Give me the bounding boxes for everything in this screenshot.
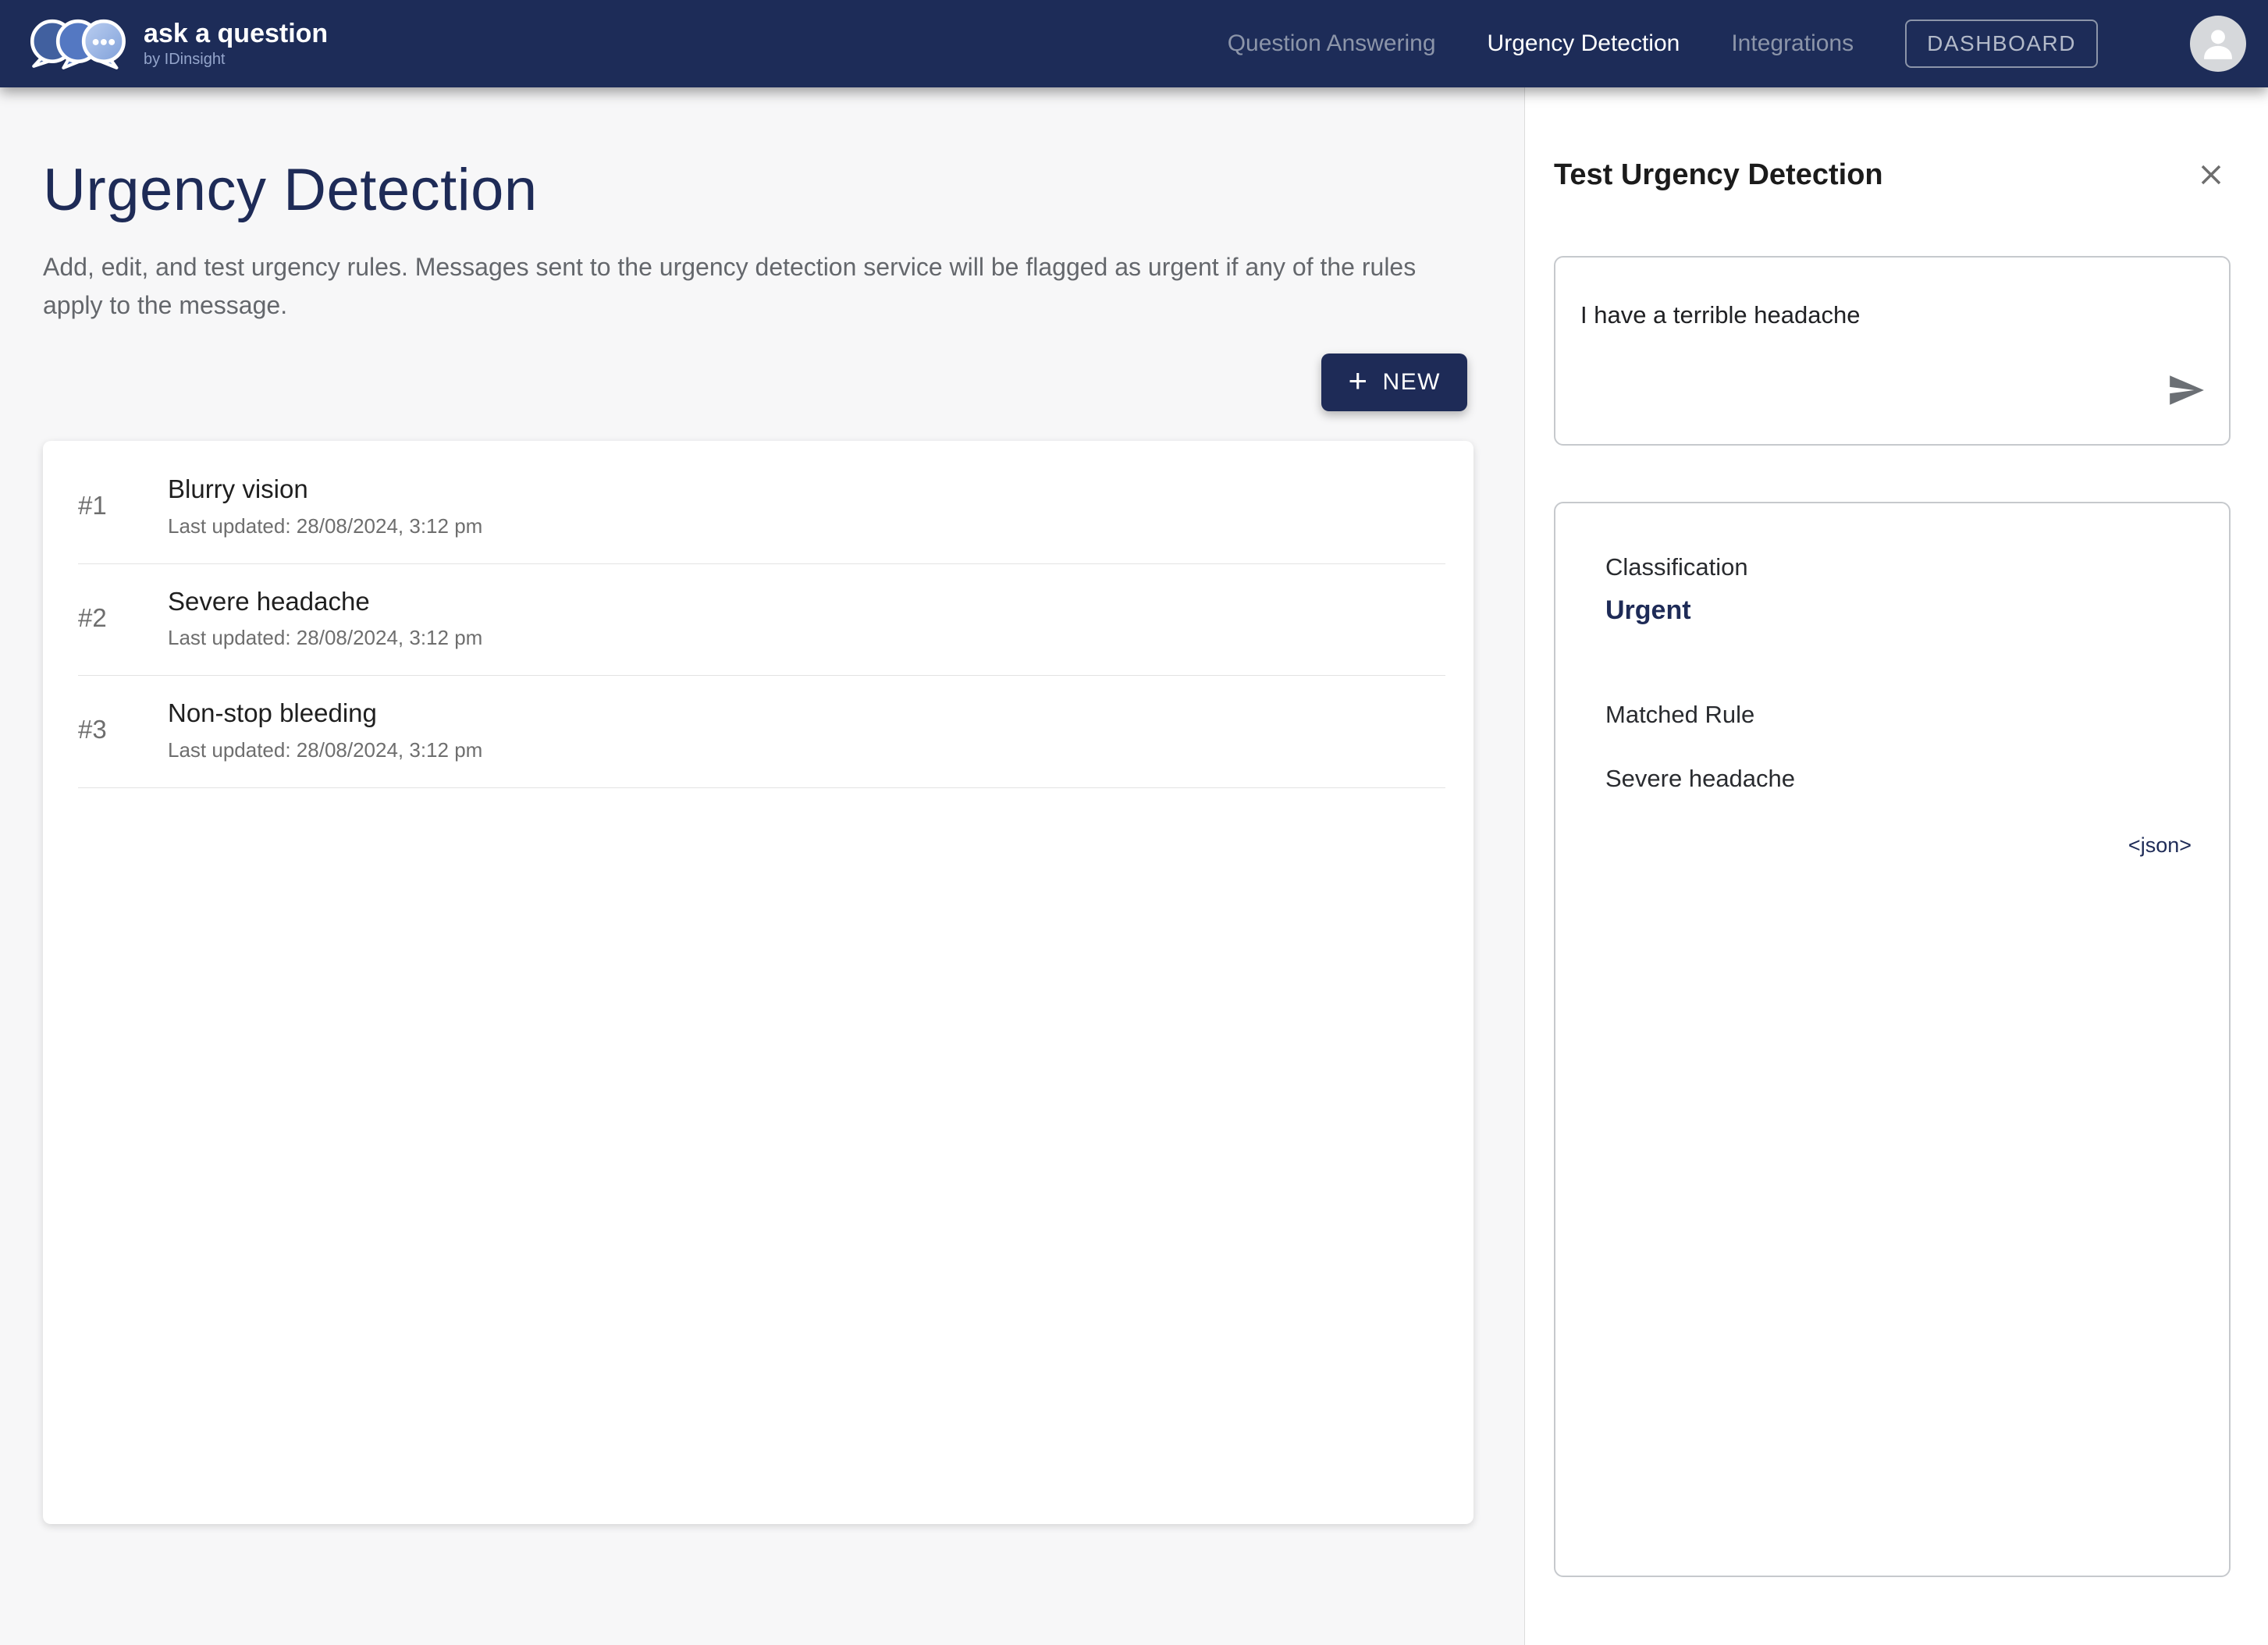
send-icon: [2167, 371, 2206, 410]
person-icon: [2195, 21, 2241, 66]
rule-content: Severe headache Last updated: 28/08/2024…: [168, 586, 482, 651]
matched-rule-value: Severe headache: [1605, 765, 2192, 793]
rule-row-1[interactable]: #1 Blurry vision Last updated: 28/08/202…: [78, 452, 1445, 564]
page-title: Urgency Detection: [43, 159, 1524, 222]
rule-content: Blurry vision Last updated: 28/08/2024, …: [168, 474, 482, 538]
nav-item-urgency-detection[interactable]: Urgency Detection: [1488, 30, 1680, 57]
plus-icon: +: [1348, 364, 1368, 397]
main-nav: Question Answering Urgency Detection Int…: [1228, 16, 2246, 72]
logo-title: ask a question: [144, 20, 328, 48]
rule-content: Non-stop bleeding Last updated: 28/08/20…: [168, 698, 482, 762]
close-icon: [2195, 158, 2227, 191]
rule-last-updated: Last updated: 28/08/2024, 3:12 pm: [168, 738, 482, 762]
classification-label: Classification: [1605, 553, 2192, 581]
app-logo[interactable]: ask a question by IDinsight: [27, 16, 328, 71]
test-message-input[interactable]: I have a terrible headache: [1554, 256, 2231, 446]
dashboard-button[interactable]: DASHBOARD: [1905, 20, 2098, 68]
matched-rule-label: Matched Rule: [1605, 701, 2192, 729]
content-area: Urgency Detection Add, edit, and test ur…: [0, 87, 2268, 1645]
rules-list-card: #1 Blurry vision Last updated: 28/08/202…: [43, 441, 1473, 1524]
rule-title: Severe headache: [168, 586, 482, 617]
rules-toolbar: + NEW: [43, 354, 1467, 411]
rule-number: #1: [78, 491, 168, 521]
user-avatar[interactable]: [2190, 16, 2246, 72]
classification-value: Urgent: [1605, 595, 2192, 626]
rule-title: Non-stop bleeding: [168, 698, 482, 729]
new-rule-button[interactable]: + NEW: [1321, 354, 1467, 411]
test-urgency-sidebar: Test Urgency Detection I have a terrible…: [1524, 87, 2268, 1645]
rule-last-updated: Last updated: 28/08/2024, 3:12 pm: [168, 514, 482, 538]
logo-subtitle: by IDinsight: [144, 52, 328, 67]
json-link[interactable]: <json>: [1605, 833, 2192, 858]
test-message-value: I have a terrible headache: [1580, 301, 1860, 329]
nav-item-question-answering[interactable]: Question Answering: [1228, 30, 1436, 57]
sidebar-title: Test Urgency Detection: [1554, 158, 1883, 192]
close-sidebar-button[interactable]: [2192, 155, 2231, 194]
nav-item-integrations[interactable]: Integrations: [1731, 30, 1854, 57]
rule-row-3[interactable]: #3 Non-stop bleeding Last updated: 28/08…: [78, 676, 1445, 788]
new-rule-button-label: NEW: [1383, 369, 1441, 396]
rule-number: #2: [78, 603, 168, 633]
rule-row-2[interactable]: #2 Severe headache Last updated: 28/08/2…: [78, 564, 1445, 677]
rule-last-updated: Last updated: 28/08/2024, 3:12 pm: [168, 626, 482, 650]
app-root: ask a question by IDinsight Question Ans…: [0, 0, 2268, 1645]
sidebar-header: Test Urgency Detection: [1554, 156, 2231, 194]
logo-text: ask a question by IDinsight: [144, 20, 328, 67]
rule-title: Blurry vision: [168, 474, 482, 505]
page-description: Add, edit, and test urgency rules. Messa…: [43, 248, 1440, 325]
send-button[interactable]: [2167, 371, 2206, 410]
rule-number: #3: [78, 715, 168, 744]
test-result-card: Classification Urgent Matched Rule Sever…: [1554, 502, 2231, 1577]
top-navbar: ask a question by IDinsight Question Ans…: [0, 0, 2268, 87]
urgency-rules-main: Urgency Detection Add, edit, and test ur…: [0, 87, 1524, 1645]
chat-bubbles-icon: [27, 16, 133, 71]
